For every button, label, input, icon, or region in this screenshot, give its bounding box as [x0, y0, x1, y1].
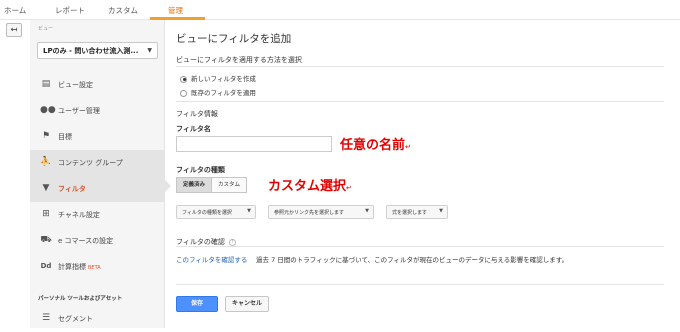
chevron-down-icon: ▼: [147, 47, 152, 54]
sidebar-item-goals[interactable]: ⚑ 目標: [30, 124, 165, 150]
sidebar-item-label: 目標: [58, 133, 72, 141]
sidebar-item-label: コンテンツ グループ: [58, 159, 123, 167]
sidebar-item-label: 計算指標 BETA: [58, 263, 101, 271]
divider: [176, 284, 664, 285]
sidebar-item-label: e コマースの設定: [58, 237, 114, 245]
custom-button[interactable]: カスタム: [212, 177, 248, 193]
sidebar-item-channel-settings[interactable]: ⊞ チャネル設定: [30, 202, 165, 228]
filter-type-label: フィルタの種類: [176, 166, 225, 174]
filter-name-label: フィルタ名: [176, 125, 211, 133]
dd-icon: Dd: [40, 262, 52, 270]
sidebar-item-label: ビュー設定: [58, 81, 93, 89]
filter-name-input[interactable]: [176, 136, 332, 152]
sidebar-item-ecommerce[interactable]: ⛟ e コマースの設定: [30, 228, 165, 254]
chevron-down-icon: ▼: [365, 208, 369, 214]
sidebar-item-label: セグメント: [58, 315, 93, 323]
filter-type-toggle: 定義済み カスタム: [176, 177, 248, 193]
radio-new-filter[interactable]: 新しいフィルタを作成: [180, 73, 256, 83]
expression-dropdown[interactable]: 式を選択します ▼: [386, 205, 448, 219]
sidebar-item-filters[interactable]: ▼ フィルタ: [30, 176, 165, 202]
users-icon: ●●: [40, 105, 56, 115]
sidebar-item-user-management[interactable]: ●● ユーザー管理: [30, 98, 165, 124]
sidebar-item-view-settings[interactable]: ▤ ビュー設定: [30, 72, 165, 98]
annotation-custom: カスタム選択↵: [268, 179, 352, 194]
predefined-button[interactable]: 定義済み: [176, 177, 213, 193]
channel-icon: ⊞: [42, 209, 50, 219]
radio-button[interactable]: [180, 75, 187, 83]
filter-info-title: フィルタ情報: [176, 110, 218, 118]
person-icon: ⛹: [40, 157, 52, 167]
sidebar-item-segments[interactable]: ☰ セグメント: [30, 306, 165, 332]
tab-home[interactable]: ホーム: [4, 5, 26, 16]
flag-icon: ⚑: [41, 131, 51, 141]
sidebar-item-calculated-metrics[interactable]: Dd 計算指標 BETA: [30, 254, 165, 280]
verify-description: 過去 7 日間のトラフィックに基づいて、このフィルタが現在のビューのデータに与え…: [256, 256, 569, 264]
cart-icon: ⛟: [40, 235, 52, 245]
view-label: ビュー: [38, 26, 54, 32]
sidebar-item-label: ユーザー管理: [58, 107, 100, 115]
cancel-button[interactable]: キャンセル: [225, 296, 269, 312]
left-column: [0, 20, 30, 328]
annotation-name: 任意の名前↵: [340, 138, 411, 153]
personal-tools-header: パーソナル ツールおよびアセット: [38, 296, 123, 302]
filter-type-dropdown[interactable]: フィルタの種類を選択 ▼: [176, 205, 256, 219]
sidebar-item-label: フィルタ: [58, 185, 86, 193]
method-section-title: ビューにフィルタを適用する方法を選択: [176, 56, 302, 64]
help-icon[interactable]: ?: [228, 238, 236, 246]
sidebar-item-label: チャネル設定: [58, 211, 100, 219]
beta-badge: BETA: [88, 265, 101, 271]
chevron-down-icon: ▼: [439, 208, 443, 214]
tab-admin[interactable]: 管理: [168, 5, 183, 16]
view-selector-value: LPのみ - 問い合わせ流入測...: [43, 47, 139, 55]
divider: [176, 101, 664, 102]
document-icon: ▤: [41, 79, 51, 89]
tab-custom[interactable]: カスタム: [108, 5, 138, 16]
tab-reports[interactable]: レポート: [55, 5, 85, 16]
divider: [176, 246, 664, 247]
verify-filter-link[interactable]: このフィルタを確認する: [176, 254, 247, 264]
radio-button[interactable]: [180, 89, 187, 97]
top-navigation: ホーム レポート カスタム 管理: [0, 0, 680, 20]
filter-icon: ▼: [42, 183, 50, 193]
save-button[interactable]: 保存: [176, 296, 218, 312]
radio-existing-filter[interactable]: 既存のフィルタを適用: [180, 87, 256, 97]
page-title: ビューにフィルタを追加: [176, 33, 292, 45]
chevron-down-icon: ▼: [247, 208, 251, 214]
divider: [176, 66, 664, 67]
view-selector[interactable]: LPのみ - 問い合わせ流入測... ▼: [37, 42, 158, 59]
back-arrow-icon[interactable]: ↤: [6, 23, 22, 37]
sidebar-item-content-groups[interactable]: ⛹ コンテンツ グループ: [30, 150, 165, 176]
segment-icon: ☰: [41, 313, 51, 323]
source-destination-dropdown[interactable]: 参照元かリンク先を選択します ▼: [268, 205, 374, 219]
